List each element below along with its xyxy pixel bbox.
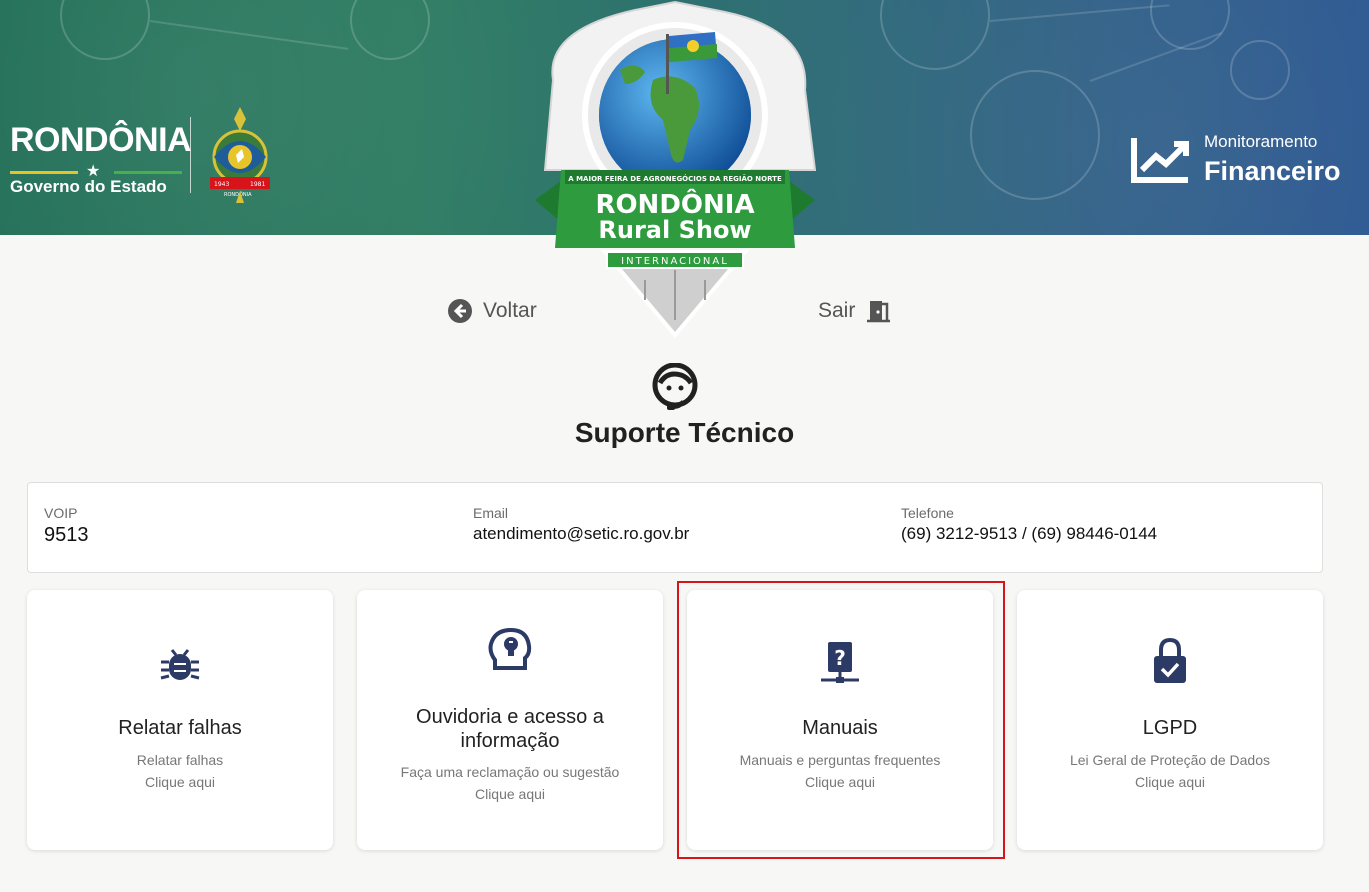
phone-value: (69) 3212-9513 / (69) 98446-0144 xyxy=(901,524,1158,543)
back-button[interactable]: Voltar xyxy=(447,298,537,324)
coat-year-left: 1943 xyxy=(214,181,229,188)
card-title: Relatar falhas xyxy=(118,717,242,739)
arrow-left-circle-icon xyxy=(448,299,472,323)
head-lightbulb-icon xyxy=(488,627,532,670)
card-description: Relatar falhas xyxy=(136,752,224,768)
card-cta[interactable]: Clique aqui xyxy=(37,771,323,793)
exit-button[interactable]: Sair xyxy=(818,298,891,324)
coat-year-right: 1981 xyxy=(250,181,265,188)
exit-label: Sair xyxy=(818,299,856,322)
chart-trend-icon xyxy=(1131,138,1189,183)
badge-tagline: A MAIOR FEIRA DE AGRONEGÓCIOS DA REGIÃO … xyxy=(568,174,782,183)
monit-label: Monitoramento xyxy=(1204,132,1318,151)
coat-of-arms-icon: 1943 1981 RONDÔNIA xyxy=(210,107,270,203)
door-exit-icon xyxy=(867,301,891,323)
card-cta[interactable]: Clique aqui xyxy=(367,783,653,805)
card-relatar-falhas[interactable]: Relatar falhas Relatar falhas Clique aqu… xyxy=(27,590,333,850)
bug-icon xyxy=(160,649,200,680)
email-value: atendimento@setic.ro.gov.br xyxy=(473,524,690,543)
card-description: Faça uma reclamação ou sugestão xyxy=(400,764,620,780)
rural-show-badge: A MAIOR FEIRA DE AGRONEGÓCIOS DA REGIÃO … xyxy=(535,0,817,339)
voip-label: VOIP xyxy=(44,505,78,521)
card-lgpd[interactable]: LGPD Lei Geral de Proteção de Dados Cliq… xyxy=(1017,590,1323,850)
card-ouvidoria[interactable]: Ouvidoria e acesso a informação Faça uma… xyxy=(357,590,663,850)
card-cta[interactable]: Clique aqui xyxy=(1027,771,1313,793)
back-label: Voltar xyxy=(483,299,537,322)
badge-title-2: Rural Show xyxy=(598,216,751,244)
lock-check-icon xyxy=(1154,637,1186,683)
monitoramento-financeiro-logo: Monitoramento Financeiro xyxy=(1130,128,1365,188)
monit-title: Financeiro xyxy=(1204,156,1341,186)
support-agent-icon xyxy=(652,363,698,410)
gov-name: RONDÔNIA xyxy=(10,121,192,159)
government-logo: RONDÔNIA ★ Governo do Estado 1943 1981 R… xyxy=(10,105,280,205)
card-title: LGPD xyxy=(1142,717,1198,739)
phone-label: Telefone xyxy=(901,505,954,521)
badge-subtitle: INTERNACIONAL xyxy=(621,256,729,267)
contact-info-panel: VOIP 9513 Email atendimento@setic.ro.gov… xyxy=(27,482,1323,573)
card-description: Lei Geral de Proteção de Dados xyxy=(1069,752,1270,768)
highlight-box xyxy=(677,581,1005,859)
voip-value: 9513 xyxy=(44,524,89,546)
gov-subtitle: Governo do Estado xyxy=(10,177,167,196)
card-title: Ouvidoria e acesso a informação xyxy=(416,706,604,752)
email-label: Email xyxy=(473,505,509,521)
page-title: Suporte Técnico xyxy=(574,417,795,448)
